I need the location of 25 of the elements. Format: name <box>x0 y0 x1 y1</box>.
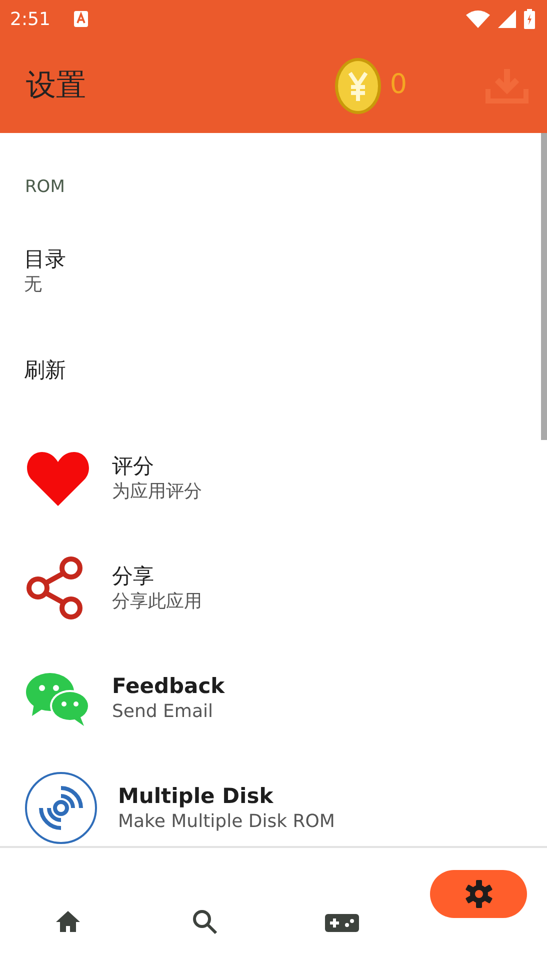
setting-title[interactable]: Multiple Disk <box>118 782 335 810</box>
setting-subtitle: Send Email <box>112 700 214 724</box>
setting-subtitle: 为应用评分 <box>112 480 202 504</box>
battery-icon <box>524 9 535 29</box>
status-time: 2:51 <box>10 8 50 32</box>
search-icon <box>191 908 220 936</box>
notification-icon <box>74 11 88 27</box>
setting-title[interactable]: 分享 <box>112 562 202 590</box>
setting-title[interactable]: 评分 <box>112 452 202 480</box>
setting-subtitle: 无 <box>24 272 43 296</box>
setting-subtitle: Make Multiple Disk ROM <box>118 810 335 834</box>
section-title: ROM <box>25 177 65 197</box>
setting-title[interactable]: 刷新 <box>24 357 66 385</box>
scrollbar[interactable] <box>541 133 547 440</box>
screen-title: 设置 <box>26 67 86 105</box>
setting-title[interactable]: 目录 <box>24 246 66 273</box>
coin-count: 0 <box>390 68 407 102</box>
signal-icon <box>498 10 516 28</box>
nav-tab[interactable] <box>430 870 528 918</box>
wifi-icon <box>466 10 490 28</box>
coin-icon <box>334 56 382 114</box>
setting-title[interactable]: Feedback <box>112 672 225 700</box>
setting-subtitle: 分享此应用 <box>112 590 202 614</box>
disc-icon <box>24 771 98 845</box>
settings-icon <box>464 880 493 908</box>
